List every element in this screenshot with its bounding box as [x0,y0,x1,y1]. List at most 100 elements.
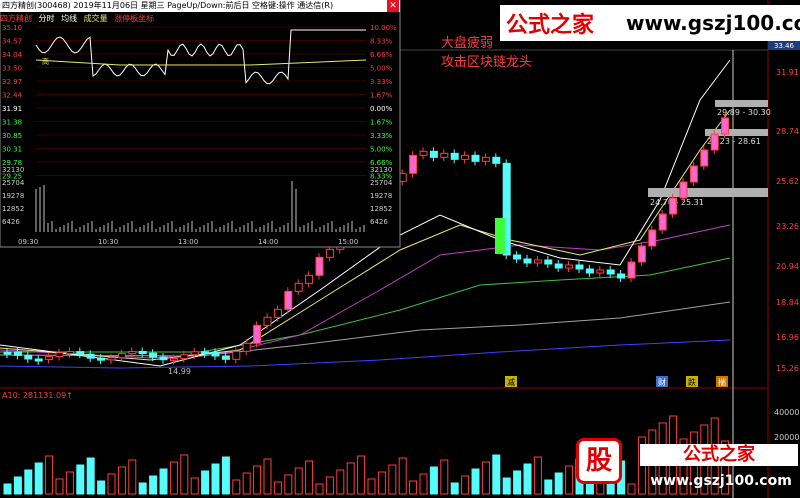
candle-body [284,290,293,310]
low-price-label: 14.99 [168,367,191,376]
volume-bar [3,483,12,495]
support-zones: 29.89 - 30.3028.23 - 28.6124.70 - 25.31 [648,100,771,207]
popup-vol-tick: 25704 [2,179,25,187]
volume-bar [65,471,74,495]
price-tick: 28.74 [776,127,799,136]
popup-pct-tick: 3.33% [370,78,393,86]
popup-pct-tick: 5.00% [370,65,393,73]
annotation-line1: 大盘疲弱 [441,35,493,51]
volume-bar [273,481,282,495]
volume-bar [253,465,262,495]
volume-bar [117,466,126,495]
candle-body [471,154,480,162]
popup-pct-tick: 5.00% [370,146,393,154]
volume-bar [45,455,54,495]
watermark-url: www.gszj100.com [650,473,792,489]
tab-volume[interactable]: 成交量 [84,14,108,23]
candle-body [34,358,43,362]
kline-chart[interactable]: 29.89 - 30.3028.23 - 28.6124.70 - 25.31 … [0,0,800,498]
candle-body [419,150,428,156]
volume-bar [13,476,22,495]
volume-bar [377,471,386,495]
volume-bar [346,462,355,495]
volume-bar [128,459,137,495]
popup-price-tick: 30.31 [2,146,22,154]
popup-tabs: 四方精创 分时 均线 成交量 涨停板坐标 [0,13,400,24]
volume-bar [86,457,95,495]
popup-price-tick: 34.04 [2,51,23,59]
popup-price-tick: 35.10 [2,24,22,32]
price-tick: 16.96 [776,333,799,342]
candle-body [450,152,459,160]
popup-vol-tick: 12852 [2,205,24,213]
candle-body [565,264,574,269]
logo-glyph: 股 [576,438,622,484]
candle-body [76,351,85,355]
candle-body [461,154,470,160]
tab-fenshi[interactable]: 分时 [39,14,55,23]
candle-body [201,351,210,355]
candle-body [107,357,116,361]
popup-high-label: 高 [42,57,49,66]
candle-body [305,274,314,284]
popup-price-tick: 30.85 [2,132,22,140]
candle-body [596,269,605,274]
price-tick: 20.94 [776,262,799,271]
ma-grey [0,301,731,357]
close-button[interactable]: ✕ [387,0,399,12]
volume-bar [315,483,324,495]
candle-body [232,350,241,360]
popup-price-tick: 32.44 [2,92,23,100]
annotation-line2: 攻击区块链龙头 [441,55,532,70]
price-tick: 25.62 [776,177,799,186]
popup-title: 四方精创(300468) 2019年11月06日 星期三 PageUp/Down… [0,0,400,12]
candle-body [409,154,418,174]
volume-bar [481,461,490,495]
volume-bar [367,478,376,495]
popup-pct-tick: 6.66% [370,51,393,59]
volume-bar [138,482,147,495]
tab-limit-coord[interactable]: 涨停板坐标 [114,14,154,23]
candle-body [180,354,189,360]
popup-pct-tick: 1.67% [370,92,393,100]
price-axis: 31.91 28.74 25.62 23.26 20.94 18.84 16.96 15.26 [776,68,799,373]
price-tick: 18.84 [776,298,799,307]
volume-bar [554,472,563,495]
volume-bar [357,455,366,495]
candle-body [658,213,667,231]
candle-body [86,353,95,359]
candle-body [648,229,657,247]
support-zone [648,188,768,197]
popup-pct-tick: 8.33% [370,38,393,46]
stock-logo-icon: 股 [572,436,644,486]
popup-vol-tick: 25704 [370,179,393,187]
price-tick: 23.26 [776,222,799,231]
candle-body [13,351,22,356]
candle-body [669,197,678,215]
candle-body [721,117,730,135]
popup-price-tick: 31.38 [2,119,22,127]
volume-bar [201,470,210,495]
volume-bar [190,477,199,495]
candle-body [617,273,626,279]
volume-bar [221,456,230,495]
popup-time-tick: 09:30 [18,238,38,246]
popup-time-tick: 13:00 [178,238,198,246]
volume-bar [388,464,397,495]
volume-bar [211,463,220,495]
candle-body [294,282,303,292]
volume-bar [55,478,64,495]
volume-bar [492,454,501,495]
candle-body [429,150,438,158]
volume-bar [107,473,116,495]
volume-tick: 40000 [774,408,799,417]
candle-body [325,248,334,258]
popup-time-tick: 14:00 [258,238,278,246]
volume-bar [242,472,251,495]
volume-bar [76,464,85,495]
site-banner: 公式之家 www.gszj100.com [500,5,800,41]
popup-vol-tick: 6426 [2,218,20,226]
candle-body [138,350,147,354]
tab-ma[interactable]: 均线 [61,14,77,23]
price-tick: 15.26 [776,364,799,373]
